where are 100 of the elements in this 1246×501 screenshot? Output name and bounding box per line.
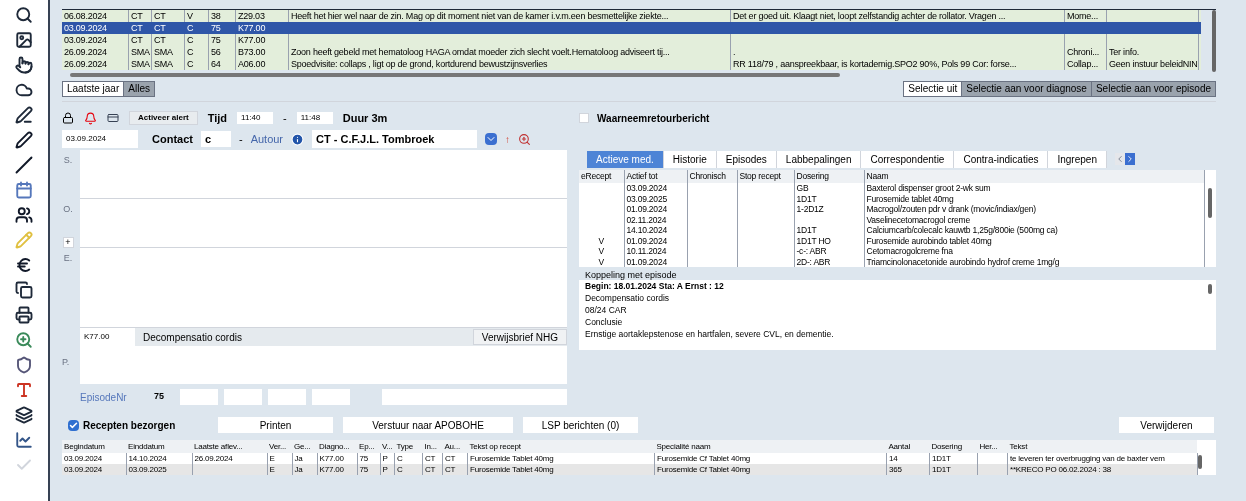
action-button[interactable]: Verstuur naar APOBOHE [343, 417, 513, 433]
pointer-icon[interactable] [15, 56, 33, 74]
column-header[interactable]: Au... [442, 440, 468, 453]
tab-scroll-left-icon[interactable] [1114, 153, 1125, 165]
dropdown-icon[interactable] [485, 133, 498, 145]
column-header[interactable]: Stop recept [737, 170, 794, 183]
column-header[interactable]: Diagno... [317, 440, 357, 453]
column-header[interactable]: Naam [864, 170, 1204, 183]
tab[interactable]: Episodes [716, 150, 777, 168]
slash-icon[interactable] [15, 156, 33, 174]
column-header[interactable]: V... [380, 440, 395, 453]
episode-field[interactable] [180, 389, 218, 405]
info-icon[interactable] [291, 132, 305, 146]
column-header[interactable]: Tekst [1007, 440, 1198, 453]
filter-toggle[interactable]: Alles [124, 82, 154, 96]
column-header[interactable]: Ep... [357, 440, 380, 453]
chart-icon[interactable] [15, 431, 33, 449]
tab-scroll-right-icon[interactable] [1124, 153, 1135, 165]
date-field[interactable]: 03.09.2024 [62, 130, 138, 148]
journal-row[interactable] [62, 58, 1201, 70]
column-header[interactable]: Begindatum [62, 440, 126, 453]
tab[interactable]: Historie [663, 150, 717, 168]
column-header[interactable]: In... [422, 440, 443, 453]
action-button[interactable]: Printen [218, 417, 333, 433]
checkbox[interactable] [579, 113, 589, 123]
pen-icon[interactable] [15, 106, 33, 124]
lock-icon[interactable] [62, 112, 74, 124]
text-icon[interactable] [15, 381, 33, 399]
checkbox[interactable] [68, 419, 79, 431]
bell-icon[interactable] [84, 111, 97, 125]
column-header[interactable]: Type [394, 440, 423, 453]
journal-row[interactable]: 26.09.2024 SMA SMA C 56 B73.00 Zoon heeft gebeld met hematoloog HAGA omdat moeder zich slecht voelt.Hematoloog adviseert tij... . Chroni... Ter info. [62, 46, 1201, 58]
table-cell: 01.09.2024 [624, 235, 687, 246]
diagnosis-text: Decompensatio cordis [142, 330, 243, 345]
tab[interactable]: Ingrepen [1048, 150, 1107, 168]
table-cell: Collap... [1065, 58, 1107, 70]
search-icon[interactable] [15, 6, 33, 24]
diagnosis-code-field[interactable]: K77.00 [80, 328, 135, 346]
journal-row[interactable]: 03.09.2024 CT CT C 75 K77.00 [62, 34, 1201, 46]
vertical-scrollbar[interactable] [1198, 455, 1202, 469]
column-header[interactable]: Aantal [886, 440, 930, 453]
column-header[interactable]: Laatste aflev... [192, 440, 267, 453]
pen-icon[interactable] [15, 131, 33, 149]
column-header[interactable]: Chronisch [687, 170, 737, 183]
episode-field[interactable] [268, 389, 306, 405]
journal-row[interactable] [62, 10, 1201, 22]
alert-button[interactable]: Activeer alert [129, 111, 198, 125]
tab[interactable]: Contra-indicaties [954, 150, 1049, 168]
column-header[interactable]: eRecept [579, 170, 624, 183]
tab[interactable]: Correspondentie [861, 150, 955, 168]
table-cell-text: CT [130, 22, 144, 34]
column-header[interactable]: Specialité naam [654, 440, 887, 453]
card-icon[interactable] [107, 112, 119, 124]
euro-icon[interactable] [15, 256, 33, 274]
users-icon[interactable] [15, 206, 33, 224]
journal-row[interactable]: 03.09.2024 CT CT C 75 K77.00 [62, 22, 1201, 34]
table-cell-text: C [186, 22, 195, 34]
episode-field[interactable] [312, 389, 350, 405]
vertical-scrollbar[interactable] [1208, 188, 1212, 218]
printer-icon[interactable] [15, 306, 33, 324]
action-button[interactable]: LSP berichten (0) [523, 417, 638, 433]
author-field[interactable]: CT - C.F.J.L. Tombroek [312, 130, 478, 148]
column-header[interactable]: Ge... [292, 440, 317, 453]
episode-field[interactable] [224, 389, 262, 405]
delete-button[interactable]: Verwijderen [1119, 417, 1214, 433]
filter-toggle[interactable]: Selectie uit [904, 82, 963, 96]
layers-icon[interactable] [15, 406, 33, 424]
column-header[interactable]: Dosering [794, 170, 864, 183]
shield-icon[interactable] [15, 356, 33, 374]
vertical-scrollbar[interactable] [1212, 10, 1216, 72]
image-icon[interactable] [15, 31, 33, 49]
copy-icon[interactable] [15, 281, 33, 299]
author-link[interactable]: Autour [250, 130, 284, 148]
table-cell: 75 [357, 453, 380, 464]
time-to-field[interactable]: 11:48 [296, 112, 333, 124]
table-cell: C [394, 464, 423, 475]
table-cell: -c-: ABR [794, 246, 864, 257]
add-button[interactable]: + [62, 236, 74, 248]
column-header[interactable]: Actief tot [624, 170, 687, 183]
column-header[interactable]: Tekst op recept [467, 440, 655, 453]
column-header[interactable]: Ver... [267, 440, 292, 453]
referral-button[interactable]: Verwijsbrief NHG [472, 329, 567, 345]
column-header[interactable]: Her... [977, 440, 1008, 453]
column-header[interactable]: Dosering [929, 440, 978, 453]
zoom-icon[interactable] [15, 331, 33, 349]
filter-toggle[interactable]: Selectie aan voor diagnose [962, 82, 1092, 96]
vertical-scrollbar[interactable] [1208, 284, 1212, 294]
cloud-icon[interactable] [15, 81, 33, 99]
episode-field[interactable] [382, 389, 567, 405]
contact-field[interactable]: c [200, 130, 231, 148]
filter-toggle[interactable]: Selectie aan voor episode [1091, 82, 1215, 96]
time-from-field[interactable]: 11:40 [237, 112, 274, 124]
horizontal-scrollbar[interactable] [70, 73, 840, 77]
tab[interactable]: Labbepalingen [776, 150, 862, 168]
table-cell-text: 75 [210, 22, 222, 34]
column-header[interactable]: Einddatum [126, 440, 192, 453]
table-cell-text: 03.09.2024 [63, 22, 108, 34]
tab[interactable]: Actieve med. [587, 150, 664, 168]
filter-toggle[interactable]: Laatste jaar [63, 82, 125, 96]
calendar-icon[interactable] [15, 181, 33, 199]
